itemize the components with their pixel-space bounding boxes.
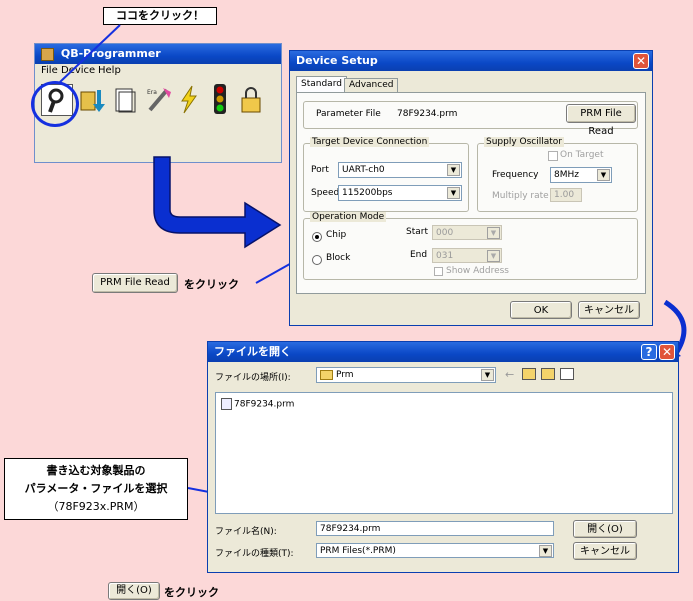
multiply-rate-label: Multiply rate [492,191,549,201]
look-in-label: ファイルの場所(I): [215,373,291,383]
file-icon [221,398,232,410]
select-line-3: （78F923x.PRM） [47,500,145,513]
file-item[interactable]: 78F9234.prm [221,398,294,410]
open-click-label: をクリック [164,586,219,599]
start-label: Start [406,227,428,237]
file-cancel-button[interactable]: キャンセル [573,542,637,560]
block-label: Block [326,253,351,263]
filetype-select[interactable]: PRM Files(*.PRM) ▼ [316,543,554,558]
on-target-checkbox[interactable] [548,151,558,161]
chevron-down-icon: ▼ [597,169,610,181]
filetype-value: PRM Files(*.PRM) [320,546,396,556]
device-setup-title-bar: Device Setup ✕ [290,51,652,71]
close-button[interactable]: ✕ [659,344,675,360]
select-file-callout: 書き込む対象製品の パラメータ・ファイルを選択 （78F923x.PRM） [4,458,188,520]
file-dialog-title-bar: ファイルを開く ? ✕ [208,342,678,362]
show-address-label: Show Address [446,266,509,276]
device-setup-title: Device Setup [296,54,378,67]
select-line-2: パラメータ・ファイルを選択 [24,482,168,495]
prm-file-read-button[interactable]: PRM File Read [566,104,636,137]
select-line-1: 書き込む対象製品の [46,464,146,477]
file-dialog-title: ファイルを開く [214,345,291,358]
new-folder-icon[interactable] [541,368,555,380]
frequency-value: 8MHz [554,170,579,180]
on-target-label: On Target [560,150,604,160]
file-list[interactable]: 78F9234.prm [215,392,673,514]
chevron-down-icon: ▼ [447,187,460,199]
device-setup-dialog: Device Setup ✕ Standard Advanced Paramet… [289,50,653,326]
chip-radio[interactable] [312,232,322,242]
end-label: End [410,250,428,260]
chip-label: Chip [326,230,347,240]
supply-oscillator-group: Supply Oscillator On Target Frequency 8M… [477,137,638,212]
parameter-file-value: 78F9234.prm [397,109,458,119]
port-value: UART-ch0 [342,165,385,175]
parameter-file-label: Parameter File [316,109,381,119]
close-button[interactable]: ✕ [633,53,649,69]
tab-advanced[interactable]: Advanced [344,78,399,93]
start-value: 000 [436,228,454,238]
port-select[interactable]: UART-ch0 ▼ [338,162,462,178]
speed-label: Speed [311,188,340,198]
help-button[interactable]: ? [641,344,657,360]
chevron-down-icon: ▼ [487,227,500,239]
prm-click-label: をクリック [184,278,239,291]
parameter-file-group: Parameter File 78F9234.prm PRM File Read [303,101,638,137]
supply-oscillator-label: Supply Oscillator [484,137,565,147]
target-connection-group: Target Device Connection Port UART-ch0 ▼ … [303,137,469,212]
multiply-rate-value: 1.00 [554,190,575,200]
filename-label: ファイル名(N): [215,527,277,537]
block-radio[interactable] [312,255,322,265]
open-button[interactable]: 開く(O) [573,520,637,538]
folder-icon [320,369,333,380]
tab-standard[interactable]: Standard [296,76,347,93]
look-in-value: Prm [336,370,354,380]
multiply-rate-field: 1.00 [550,188,582,202]
end-value: 031 [436,251,454,261]
prm-file-read-callout-button: PRM File Read [92,273,178,293]
frequency-label: Frequency [492,170,539,180]
speed-value: 115200bps [342,188,393,198]
ok-button[interactable]: OK [510,301,572,319]
speed-select[interactable]: 115200bps ▼ [338,185,462,201]
standard-tab-panel: Parameter File 78F9234.prm PRM File Read… [296,92,646,294]
open-callout-button: 開く(O) [108,582,160,600]
port-label: Port [311,165,329,175]
look-in-select[interactable]: Prm ▼ [316,367,496,383]
frequency-select[interactable]: 8MHz ▼ [550,167,612,183]
chevron-down-icon: ▼ [447,164,460,176]
filename-value: 78F9234.prm [320,524,381,534]
filename-input[interactable]: 78F9234.prm [316,521,554,536]
operation-mode-label: Operation Mode [310,212,387,222]
chevron-down-icon: ▼ [481,369,494,381]
up-folder-icon[interactable] [522,368,536,380]
back-icon[interactable]: ← [505,368,514,381]
filetype-label: ファイルの種類(T): [215,549,294,559]
end-select: 031 ▼ [432,248,502,263]
target-connection-label: Target Device Connection [310,137,430,147]
view-menu-icon[interactable] [560,368,574,380]
cancel-button[interactable]: キャンセル [578,301,640,319]
start-select: 000 ▼ [432,225,502,240]
chevron-down-icon: ▼ [539,545,552,557]
chevron-down-icon: ▼ [487,250,500,262]
file-name: 78F9234.prm [234,399,295,410]
file-open-dialog: ファイルを開く ? ✕ ファイルの場所(I): Prm ▼ ← 78F9234.… [207,341,679,573]
show-address-checkbox [434,267,443,276]
operation-mode-group: Operation Mode Chip Block Start 000 ▼ End… [303,212,638,280]
